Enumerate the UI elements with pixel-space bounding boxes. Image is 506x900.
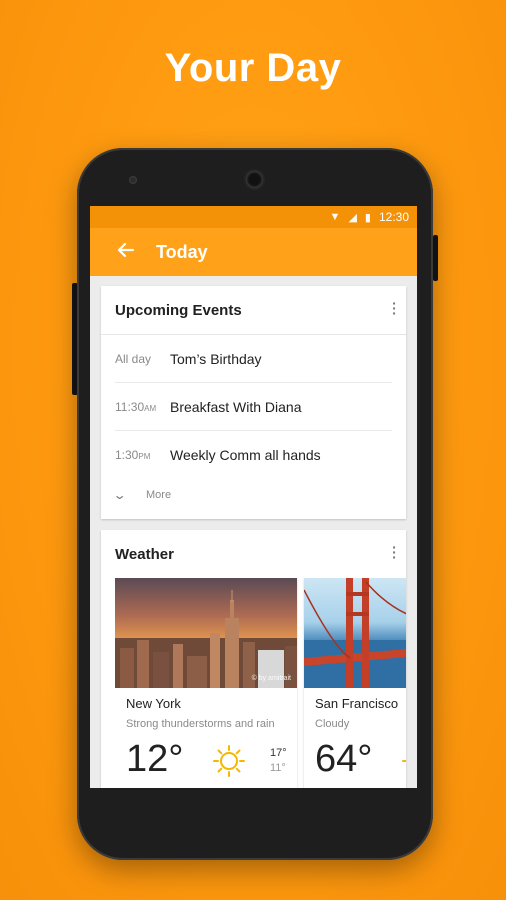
- battery-icon: ▮: [364, 211, 371, 224]
- weather-card: Weather · · · © by amitrait New York Str…: [101, 530, 406, 788]
- event-title: Tom’s Birthday: [170, 350, 262, 367]
- high-temp: 17°: [270, 747, 287, 759]
- upcoming-events-card: Upcoming Events · · · All day Tom’s Birthd…: [101, 286, 406, 519]
- signal-icon: ◢: [348, 211, 357, 224]
- weather-card-title: Weather: [115, 545, 174, 563]
- back-arrow-icon[interactable]: [117, 241, 137, 263]
- event-time: 11:30AM: [115, 399, 157, 414]
- power-button: [433, 235, 438, 281]
- events-card-title: Upcoming Events: [115, 301, 242, 319]
- more-vert-icon[interactable]: · · ·: [392, 296, 397, 320]
- city-name: San Francisco: [315, 696, 399, 711]
- current-temperature: 64°: [315, 738, 373, 780]
- phone-screen: ▼ ◢ ▮ 12:30 Today Upcoming Events · · · Al…: [90, 206, 417, 788]
- event-time: All day: [115, 351, 152, 366]
- event-row[interactable]: All day Tom’s Birthday: [115, 335, 392, 383]
- event-title: Weekly Comm all hands: [170, 446, 321, 463]
- wifi-icon: ▼: [329, 211, 341, 223]
- more-vert-icon[interactable]: · · ·: [392, 540, 397, 564]
- weather-carousel[interactable]: © by amitrait New York Strong thundersto…: [115, 578, 406, 788]
- chevron-down-icon: ⌄: [112, 488, 127, 502]
- status-bar: ▼ ◢ ▮ 12:30: [90, 206, 417, 228]
- weather-description: Strong thunderstorms and rain: [126, 718, 275, 730]
- status-time: 12:30: [378, 210, 409, 224]
- event-time: 1:30PM: [115, 447, 151, 462]
- page-title: Today: [156, 241, 208, 262]
- city-photo: [304, 578, 406, 688]
- event-row[interactable]: 11:30AM Breakfast With Diana: [115, 383, 392, 431]
- sun-icon: [213, 745, 245, 777]
- sun-icon: [402, 760, 406, 762]
- event-row[interactable]: 1:30PM Weekly Comm all hands: [115, 431, 392, 478]
- front-camera: [246, 171, 263, 188]
- weather-city-card[interactable]: © by amitrait New York Strong thundersto…: [115, 578, 297, 788]
- weather-description: Cloudy: [315, 718, 350, 730]
- more-label: More: [146, 489, 172, 501]
- proximity-sensor: [129, 176, 137, 184]
- more-events-button[interactable]: ⌄ More: [112, 478, 406, 512]
- low-temp: 11°: [270, 762, 286, 774]
- app-bar: Today: [90, 228, 417, 276]
- event-title: Breakfast With Diana: [170, 398, 302, 415]
- headline: Your Day: [164, 46, 342, 90]
- weather-city-card[interactable]: San Francisco Cloudy 64°: [304, 578, 406, 788]
- city-photo: © by amitrait: [115, 578, 297, 688]
- photo-credit: © by amitrait: [251, 675, 291, 682]
- high-low-temps: 17° 11°: [270, 746, 287, 776]
- current-temperature: 12°: [126, 738, 184, 780]
- city-name: New York: [126, 696, 181, 711]
